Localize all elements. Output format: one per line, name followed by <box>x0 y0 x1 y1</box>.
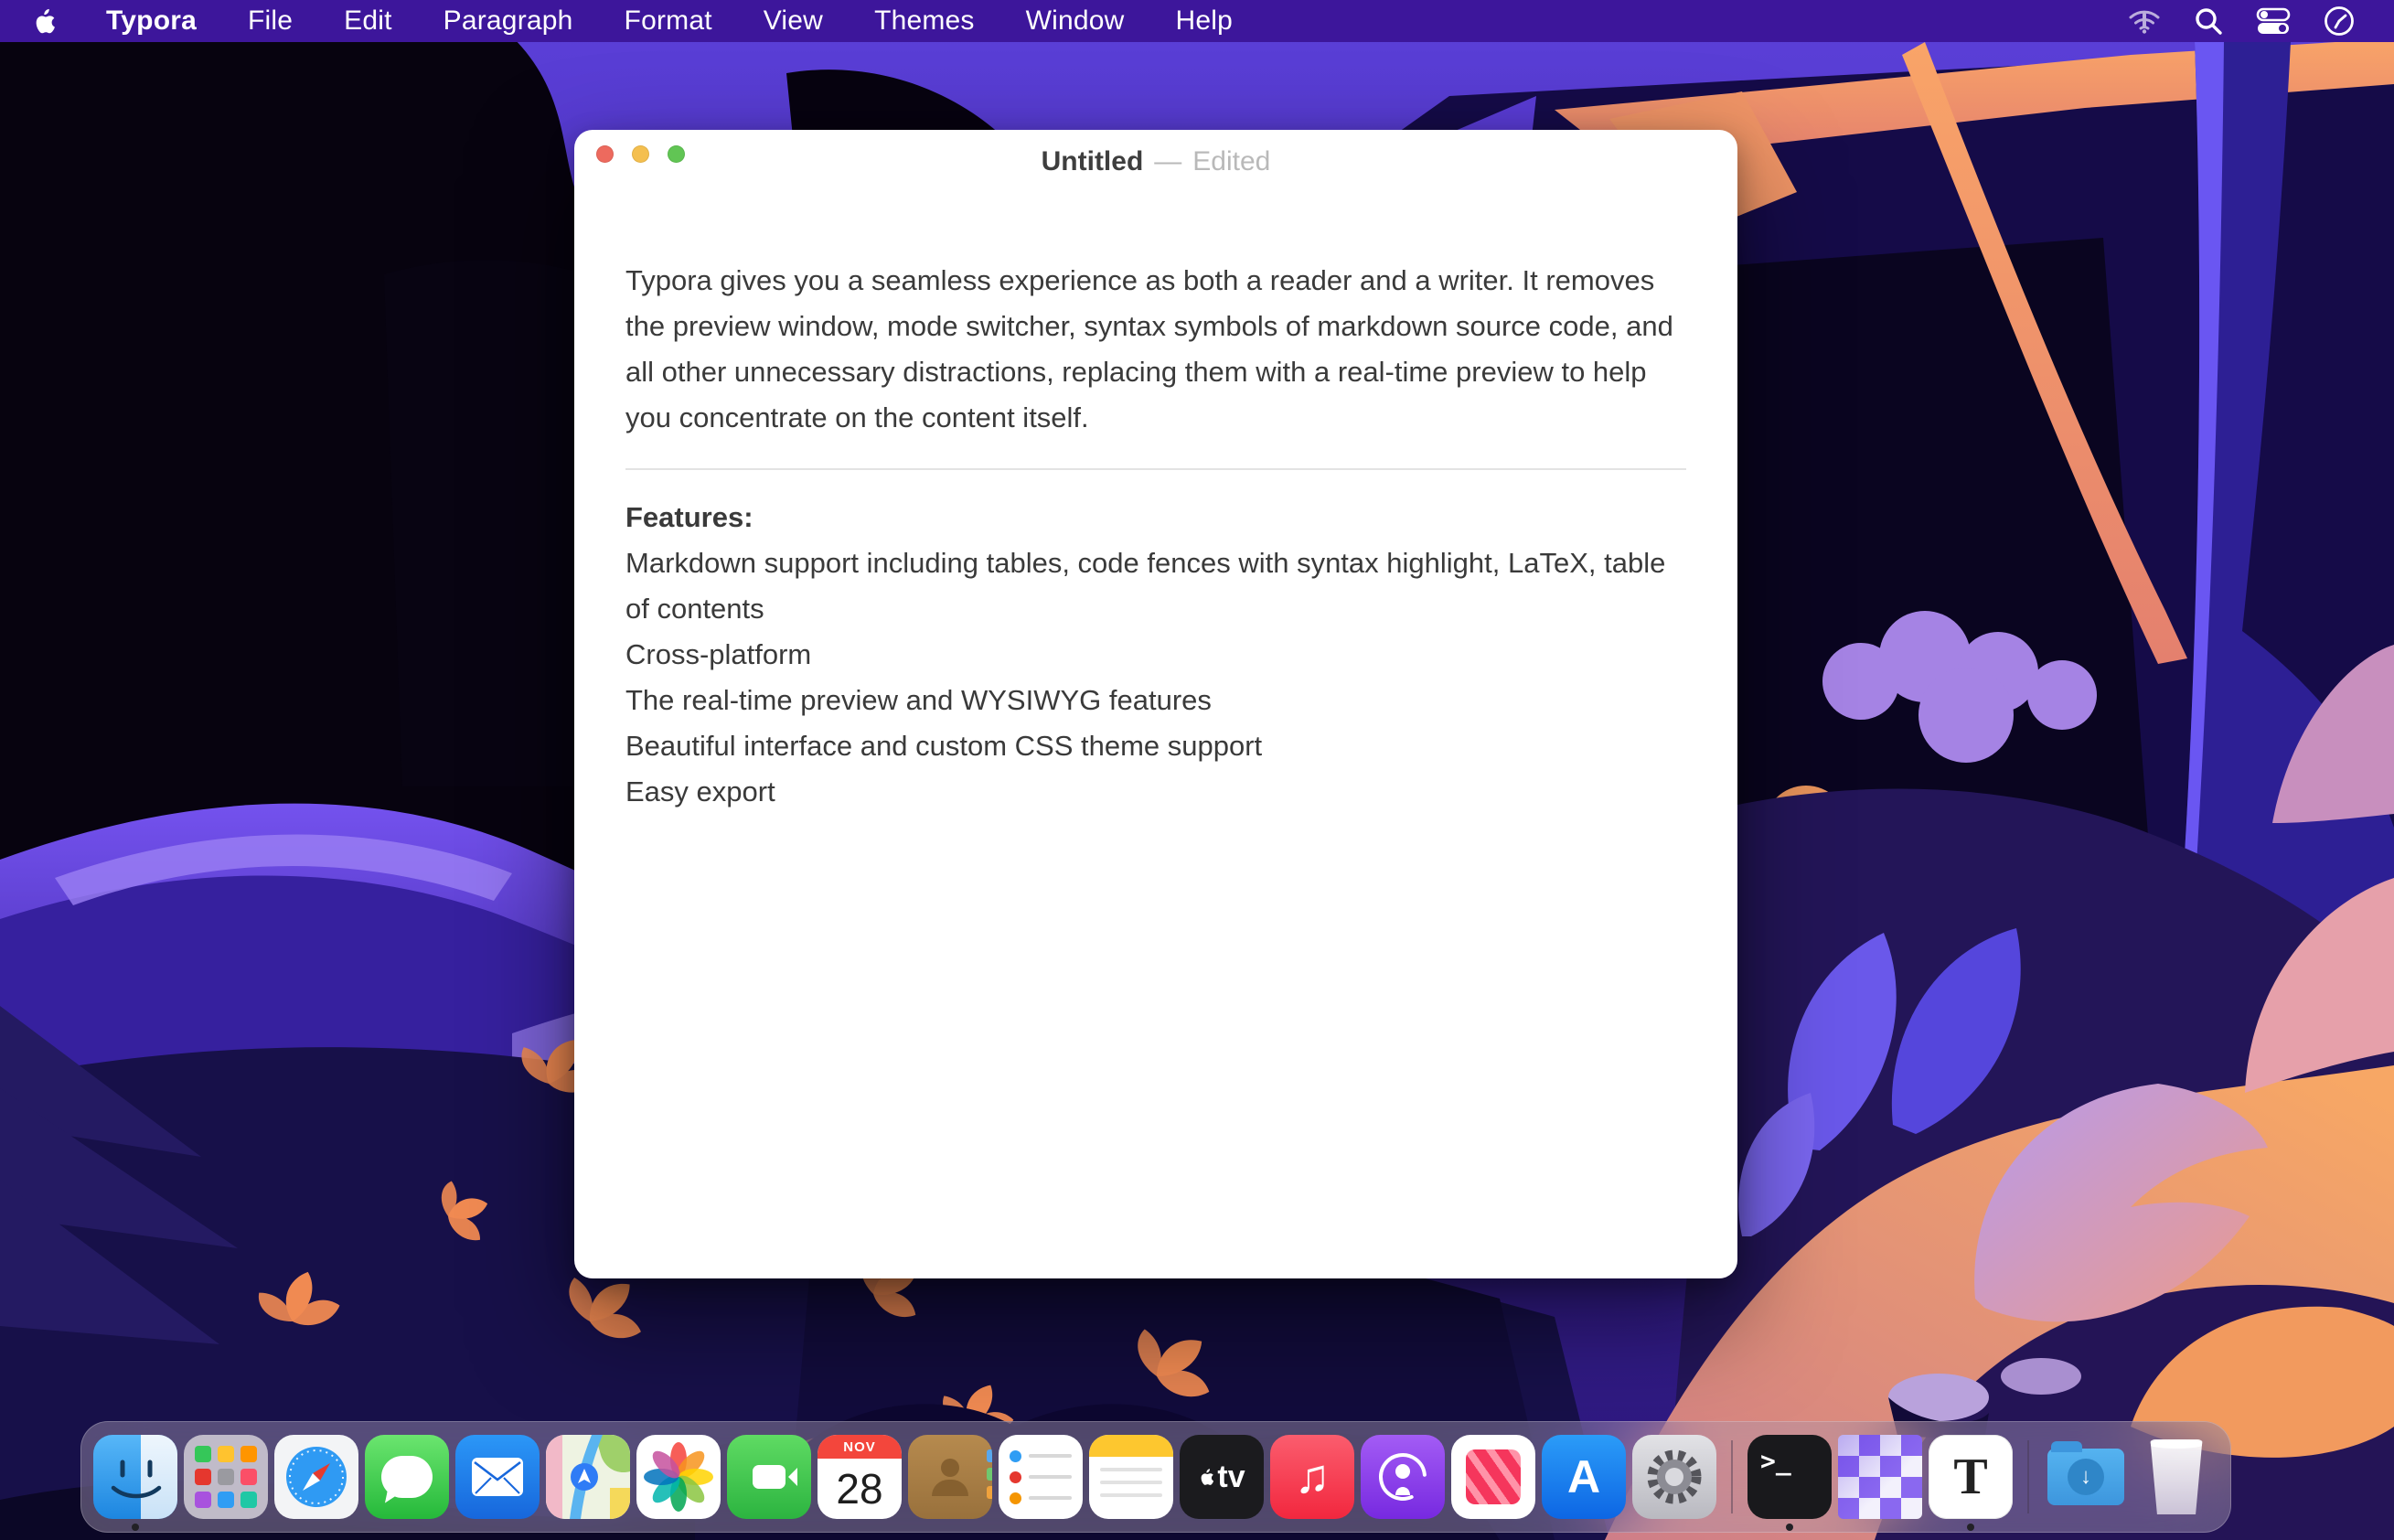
apple-logo-icon <box>1198 1468 1213 1486</box>
editor-content[interactable]: Typora gives you a seamless experience a… <box>574 194 1737 815</box>
trash-icon <box>2148 1439 2205 1514</box>
dock-item-notes[interactable] <box>1089 1435 1173 1519</box>
edited-badge: Edited <box>1192 146 1270 177</box>
video-camera-icon <box>753 1465 786 1489</box>
menu-item-window[interactable]: Window <box>1026 5 1125 37</box>
music-note-icon: ♫ <box>1295 1449 1331 1504</box>
feature-item: Easy export <box>625 769 1686 815</box>
horizontal-rule <box>625 468 1686 470</box>
dock-item-maps[interactable] <box>546 1435 630 1519</box>
dock-item-music[interactable]: ♫ <box>1270 1435 1354 1519</box>
dock-item-contacts[interactable] <box>908 1435 992 1519</box>
search-icon[interactable] <box>2193 5 2224 37</box>
menu-item-paragraph[interactable]: Paragraph <box>444 5 573 37</box>
appstore-a-icon: A <box>1567 1450 1600 1503</box>
running-indicator <box>1967 1524 1974 1531</box>
dock-item-facetime[interactable] <box>727 1435 811 1519</box>
speech-bubble-icon <box>381 1456 433 1498</box>
menu-item-typora[interactable]: Typora <box>106 5 197 37</box>
tv-label: tv <box>1217 1460 1245 1495</box>
features-heading: Features: <box>625 495 1686 540</box>
dock-item-downloads[interactable]: ↓ <box>2044 1435 2128 1519</box>
running-indicator <box>1786 1524 1793 1531</box>
menu-item-format[interactable]: Format <box>625 5 712 37</box>
dock-item-calendar[interactable]: NOV 28 <box>818 1435 902 1519</box>
dock-item-trash[interactable] <box>2134 1435 2218 1519</box>
news-logo-icon <box>1466 1449 1521 1504</box>
intro-paragraph: Typora gives you a seamless experience a… <box>625 258 1686 441</box>
feature-item: The real-time preview and WYSIWYG featur… <box>625 678 1686 723</box>
control-center-icon[interactable] <box>2255 5 2292 37</box>
desktop: Typora File Edit Paragraph Format View T… <box>0 0 2394 1540</box>
dock-item-typora[interactable]: T <box>1929 1435 2013 1519</box>
dock-item-image-preview[interactable] <box>1838 1435 1922 1519</box>
dock-item-news[interactable] <box>1451 1435 1535 1519</box>
clock-icon[interactable] <box>2323 5 2356 37</box>
title-separator: — <box>1154 146 1181 177</box>
dock-item-messages[interactable] <box>365 1435 449 1519</box>
menu-item-file[interactable]: File <box>248 5 293 37</box>
person-silhouette-icon <box>932 1459 968 1495</box>
apple-menu-icon[interactable] <box>31 7 55 35</box>
wifi-warning-icon[interactable] <box>2127 5 2162 37</box>
running-indicator <box>132 1524 139 1531</box>
menu-item-view[interactable]: View <box>764 5 823 37</box>
feature-item: Cross-platform <box>625 632 1686 678</box>
downloads-folder-icon: ↓ <box>2047 1449 2124 1505</box>
dock-item-finder[interactable] <box>93 1435 177 1519</box>
menu-item-edit[interactable]: Edit <box>344 5 392 37</box>
gear-icon <box>1642 1445 1706 1509</box>
dock-divider <box>1731 1440 1733 1513</box>
menu-item-themes[interactable]: Themes <box>874 5 975 37</box>
dock-item-terminal[interactable]: >_ <box>1747 1435 1832 1519</box>
minimize-button[interactable] <box>632 145 649 163</box>
dock-item-mail[interactable] <box>455 1435 540 1519</box>
typora-t-icon: T <box>1953 1448 1987 1506</box>
typora-window: Untitled — Edited Typora gives you a sea… <box>574 130 1737 1278</box>
download-arrow-icon: ↓ <box>2080 1464 2091 1490</box>
calendar-month: NOV <box>818 1435 902 1459</box>
dock-item-apple-tv[interactable]: tv <box>1180 1435 1264 1519</box>
dock-item-reminders[interactable] <box>999 1435 1083 1519</box>
dock-item-safari[interactable] <box>274 1435 358 1519</box>
calendar-day: 28 <box>818 1459 902 1519</box>
dock-divider <box>2027 1440 2029 1513</box>
zoom-button[interactable] <box>668 145 685 163</box>
window-title: Untitled — Edited <box>1042 146 1271 177</box>
dock-item-podcasts[interactable] <box>1361 1435 1445 1519</box>
close-button[interactable] <box>596 145 614 163</box>
dock-item-system-preferences[interactable] <box>1632 1435 1716 1519</box>
feature-item: Markdown support including tables, code … <box>625 540 1686 632</box>
dock-item-app-store[interactable]: A <box>1542 1435 1626 1519</box>
feature-item: Beautiful interface and custom CSS theme… <box>625 723 1686 769</box>
dock-item-photos[interactable] <box>636 1435 721 1519</box>
terminal-prompt-icon: >_ <box>1760 1446 1791 1476</box>
window-titlebar[interactable]: Untitled — Edited <box>574 130 1737 194</box>
dock-item-launchpad[interactable] <box>184 1435 268 1519</box>
podcasts-icon <box>1373 1448 1432 1506</box>
dock: NOV 28 <box>80 1421 2231 1533</box>
menu-bar: Typora File Edit Paragraph Format View T… <box>0 0 2394 42</box>
checkerboard-image-icon <box>1838 1435 1922 1519</box>
menu-item-help[interactable]: Help <box>1176 5 1234 37</box>
document-title: Untitled <box>1042 146 1144 177</box>
